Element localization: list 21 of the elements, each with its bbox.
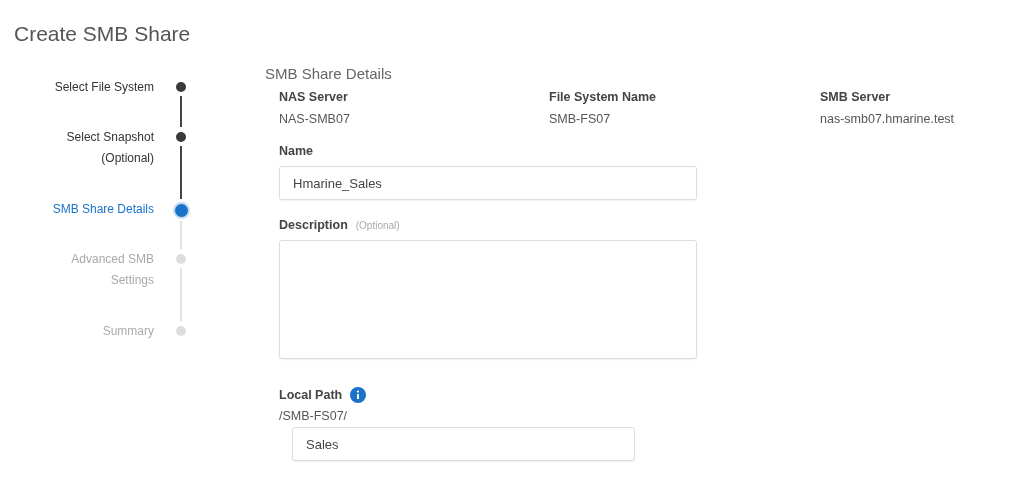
field-label: NAS Server (279, 90, 349, 104)
field-value: SMB-FS07 (549, 112, 612, 126)
name-field[interactable]: Hmarine_Sales (279, 166, 697, 200)
step-label[interactable]: Select File System (54, 77, 154, 98)
field-label: Description (279, 218, 348, 232)
step-label[interactable]: (Optional) (101, 148, 154, 169)
path-prefix: /SMB-FS07/ (279, 409, 349, 423)
field-value: nas-smb07.hmarine.test (820, 112, 956, 126)
optional-hint: (Optional) (355, 219, 400, 231)
description-field[interactable] (279, 240, 697, 359)
field-label: Name (279, 144, 314, 158)
field-value: NAS-SMB07 (279, 112, 351, 126)
step-label[interactable]: SMB Share Details (52, 199, 154, 220)
field-label: SMB Server (820, 90, 892, 104)
path-field[interactable]: Sales (292, 427, 635, 461)
field-label: File System Name (549, 90, 657, 104)
info-icon[interactable] (350, 387, 367, 403)
page-title: Create SMB Share (14, 22, 192, 46)
step-label[interactable]: Select Snapshot (66, 127, 154, 148)
section-title: SMB Share Details (265, 65, 393, 82)
field-label: Local Path (279, 388, 343, 402)
